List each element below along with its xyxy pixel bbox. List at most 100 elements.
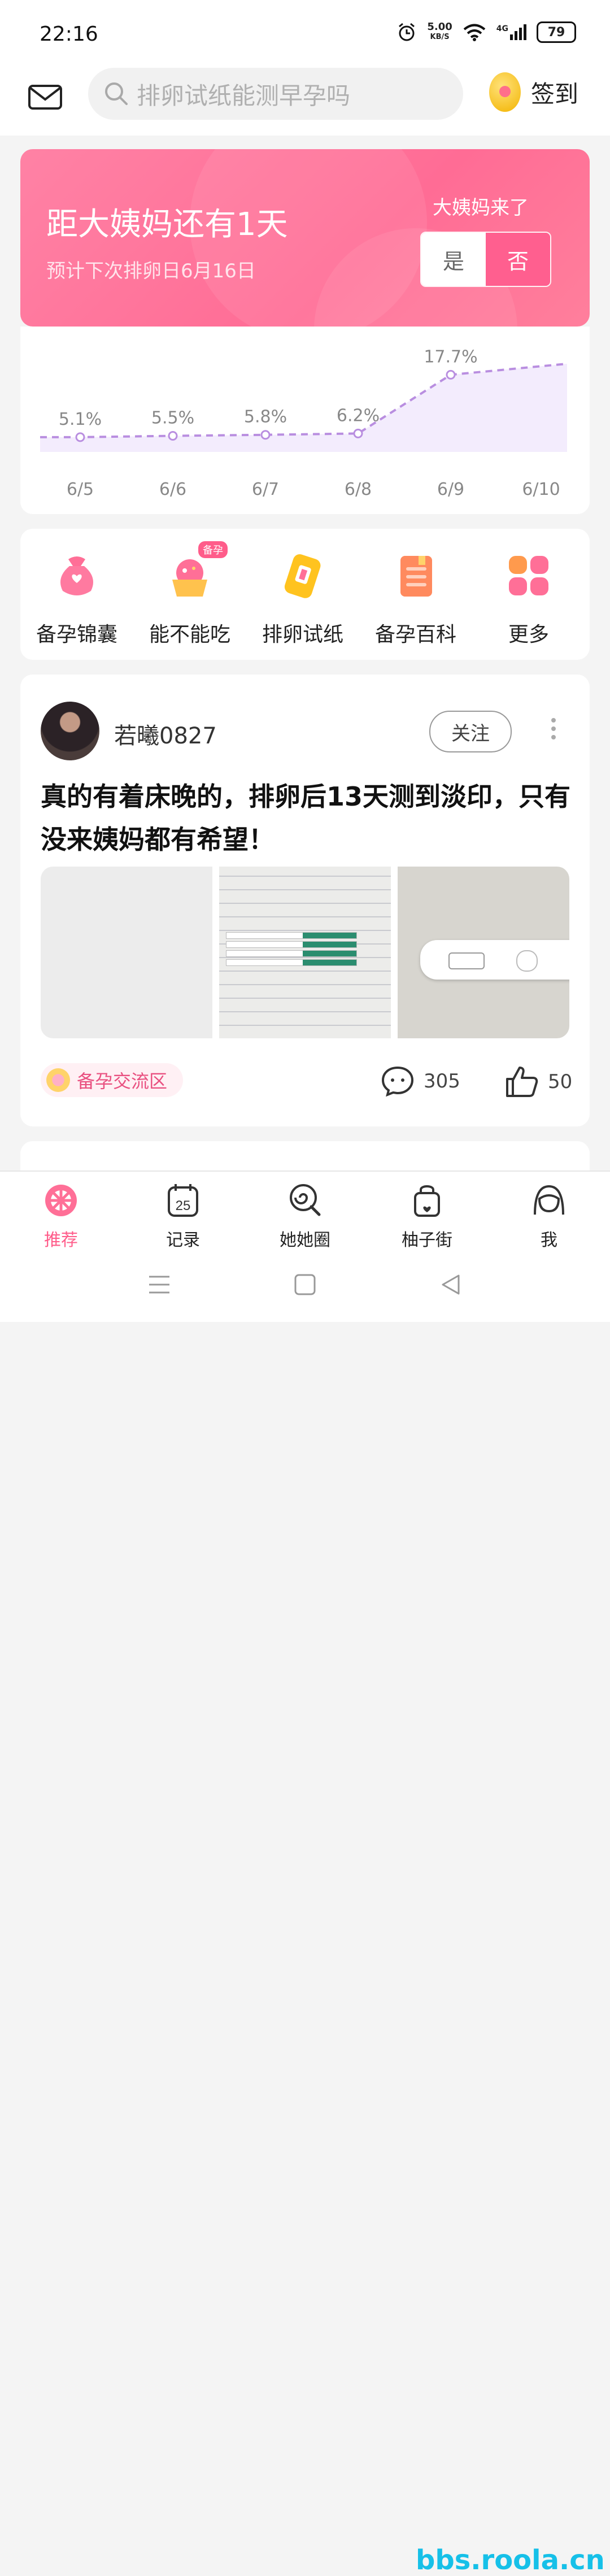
avatar[interactable] [41, 702, 99, 760]
wifi-icon [463, 24, 486, 41]
chart-point [75, 432, 85, 442]
chart-data-label: 6.2% [337, 406, 380, 425]
search-icon [105, 82, 128, 105]
ovulation-forecast: 预计下次排卵日6月16日 [46, 260, 256, 282]
chart-point [446, 369, 456, 380]
status-time: 22:16 [40, 23, 98, 46]
tool-encyclopedia[interactable]: 备孕百科 [359, 551, 472, 647]
chart-area [40, 363, 567, 452]
status-bar: 22:16 5.00 KB/S 4G 79 [0, 0, 610, 68]
chart-data-label: 5.1% [59, 410, 102, 429]
lucky-bag-icon [53, 551, 101, 600]
net-speed: 5.00 KB/S [427, 22, 452, 42]
test-strip-icon [278, 551, 327, 600]
post-images [41, 867, 569, 1038]
search-bar[interactable]: 排卵试纸能测早孕吗 [88, 68, 463, 120]
period-card: 距大姨妈还有1天 预计下次排卵日6月16日 大姨妈来了 是 否 [20, 149, 590, 327]
tab-label: 她她圈 [280, 1230, 330, 1250]
shopping-bag-icon [414, 1185, 440, 1217]
status-icons: 5.00 KB/S 4G 79 [396, 21, 576, 43]
net-speed-value: 5.00 [427, 21, 452, 33]
tool-label: 备孕百科 [374, 623, 456, 646]
topic-label: 备孕交流区 [77, 1071, 168, 1092]
chart-x-tick: 6/5 [67, 480, 94, 499]
more-options-icon[interactable] [548, 714, 559, 748]
post-image-placeholder[interactable] [41, 867, 212, 1038]
tab-circle[interactable]: 她她圈 [244, 1182, 366, 1251]
post-image-test[interactable] [398, 867, 569, 1038]
tools-grid: 备孕锦囊 备孕 能不能吃 排卵试纸 备孕百科 更多 [20, 529, 590, 660]
tool-label: 排卵试纸 [262, 623, 343, 646]
menu-icon[interactable] [148, 1273, 171, 1296]
comment-button[interactable]: 305 [381, 1065, 460, 1097]
chart-point [260, 430, 271, 440]
tab-record[interactable]: 25 记录 [122, 1182, 244, 1251]
profile-icon [534, 1185, 564, 1215]
bottom-tab-bar: 推荐 25 记录 她她圈 柚子街 我 [0, 1170, 610, 1256]
tool-ovulation-strip[interactable]: 排卵试纸 [246, 551, 359, 647]
chart-point [168, 431, 178, 441]
chart-data-label: 5.8% [244, 407, 287, 427]
tool-can-eat[interactable]: 备孕 能不能吃 [133, 541, 246, 647]
battery-level: 79 [547, 25, 565, 40]
network-type: 4G [496, 24, 508, 33]
topic-tag[interactable]: 备孕交流区 [41, 1063, 184, 1097]
comment-count: 305 [424, 1070, 460, 1093]
chart-point [353, 428, 363, 438]
chart-x-tick: 6/9 [437, 480, 464, 499]
cell-signal-icon: 4G [496, 24, 526, 40]
next-post-card[interactable] [20, 1141, 590, 1175]
net-speed-unit: KB/S [430, 33, 450, 41]
chart-data-label: 17.7% [424, 347, 477, 367]
tool-label: 更多 [508, 623, 549, 646]
tool-lucky-bag[interactable]: 备孕锦囊 [20, 551, 133, 647]
post-username[interactable]: 若曦0827 [114, 717, 217, 750]
period-countdown: 距大姨妈还有1天 [46, 206, 288, 243]
tab-label: 记录 [166, 1230, 200, 1250]
watermark: bbs.roola.cn [416, 2544, 605, 2576]
calendar-icon: 25 [168, 1184, 198, 1217]
tab-label: 柚子街 [402, 1230, 452, 1250]
like-count: 50 [548, 1071, 573, 1093]
tab-label: 推荐 [44, 1230, 78, 1250]
chart-x-tick: 6/8 [345, 480, 372, 499]
grid-icon [504, 551, 553, 600]
topic-icon [46, 1068, 70, 1092]
mail-icon[interactable] [27, 79, 63, 115]
chart-svg: 5.1% 6/5 5.5% 6/6 5.8% 6/7 6.2% 6/8 17.7% 6/9 6/10 [40, 347, 568, 499]
top-bar: 排卵试纸能测早孕吗 签到 [0, 68, 610, 136]
tool-badge: 备孕 [198, 541, 228, 558]
follow-button[interactable]: 关注 [429, 711, 512, 752]
chart-x-tick: 6/6 [159, 480, 186, 499]
chart-x-tick: 6/10 [522, 480, 560, 499]
grapefruit-icon [45, 1185, 77, 1216]
tab-shop[interactable]: 柚子街 [366, 1182, 488, 1251]
back-icon[interactable] [439, 1273, 462, 1296]
post-image-strips[interactable] [219, 867, 391, 1038]
system-nav-bar: bbs.roola.cn [0, 1255, 610, 2576]
signin-button[interactable]: 签到 [489, 72, 578, 112]
tab-label: 我 [541, 1230, 557, 1250]
search-placeholder: 排卵试纸能测早孕吗 [137, 81, 351, 110]
pregnancy-chance-chart: 5.1% 6/5 5.5% 6/6 5.8% 6/7 6.2% 6/8 17.7% 6/9 6/10 [20, 327, 590, 514]
lollipop-icon [290, 1184, 321, 1216]
chart-data-label: 5.5% [151, 408, 194, 428]
book-icon [391, 551, 440, 600]
tool-more[interactable]: 更多 [472, 551, 585, 647]
post-card[interactable]: 若曦0827 关注 真的有着床晚的，排卵后13天测到淡印，只有没来姨妈都有希望！… [20, 675, 590, 1126]
tool-label: 备孕锦囊 [36, 623, 117, 646]
period-toggle: 是 否 [420, 232, 551, 287]
post-title[interactable]: 真的有着床晚的，排卵后13天测到淡印，只有没来姨妈都有希望！ [41, 775, 572, 861]
signin-label: 签到 [531, 80, 579, 108]
like-button[interactable]: 50 [505, 1065, 572, 1098]
tab-recommend[interactable]: 推荐 [0, 1182, 122, 1251]
tool-label: 能不能吃 [149, 623, 230, 646]
no-button[interactable]: 否 [486, 233, 550, 286]
tab-me[interactable]: 我 [488, 1182, 610, 1251]
battery-icon: 79 [537, 21, 576, 43]
chart-x-tick: 6/7 [252, 480, 279, 499]
home-icon[interactable] [294, 1273, 316, 1296]
period-question: 大姨妈来了 [433, 197, 529, 219]
coin-icon [489, 72, 521, 112]
yes-button[interactable]: 是 [421, 233, 486, 286]
